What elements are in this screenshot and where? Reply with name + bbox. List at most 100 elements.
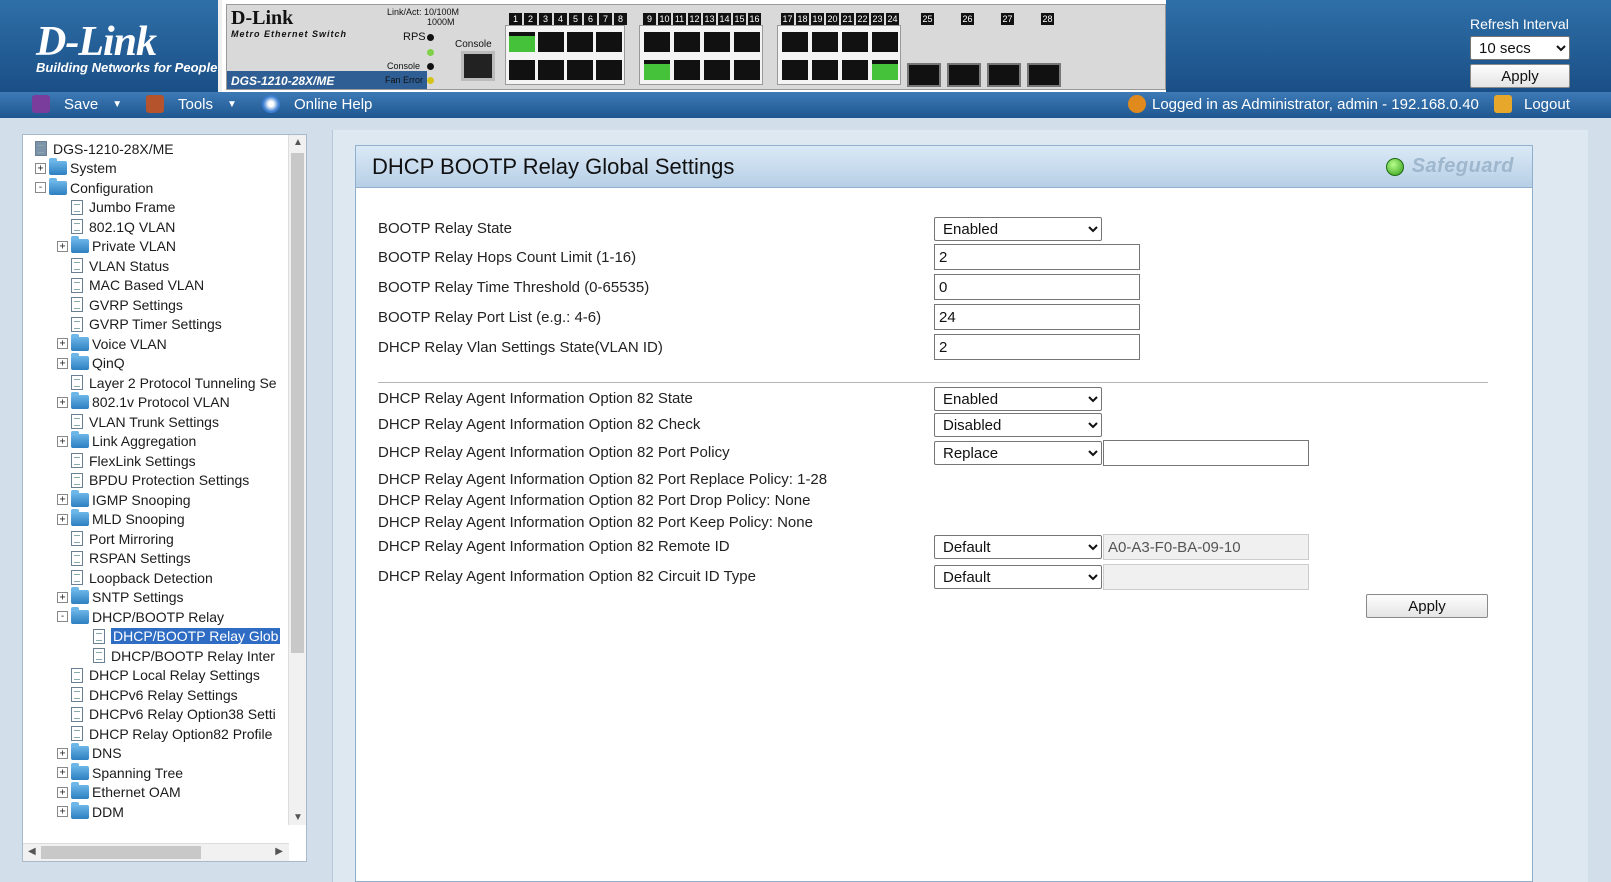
- tree-node[interactable]: DGS-1210-28X/ME: [35, 139, 174, 158]
- logout-link[interactable]: Logout: [1494, 95, 1570, 113]
- expand-icon[interactable]: +: [57, 435, 68, 447]
- device-front-panel: D-Link Metro Ethernet Switch DGS-1210-28…: [226, 4, 1166, 90]
- collapse-icon[interactable]: -: [57, 611, 68, 622]
- chevron-down-icon: ▼: [227, 98, 237, 110]
- apply-button[interactable]: Apply: [1366, 594, 1488, 618]
- circuit-id-input[interactable]: [1103, 564, 1309, 590]
- scroll-right-icon[interactable]: ▶: [275, 846, 283, 857]
- circuit-id-type-select[interactable]: Default: [934, 565, 1102, 589]
- expand-icon[interactable]: +: [57, 494, 68, 505]
- expand-icon[interactable]: +: [57, 357, 68, 369]
- tree-node[interactable]: + MLD Snooping: [57, 509, 185, 529]
- tree-node-label: Ethernet OAM: [92, 784, 181, 800]
- tree-node[interactable]: DHCP/BOOTP Relay Glob: [79, 627, 281, 646]
- expand-icon[interactable]: +: [57, 747, 68, 759]
- tree-node-label: DGS-1210-28X/ME: [53, 140, 174, 157]
- vlan-state-input[interactable]: [934, 334, 1140, 360]
- expand-icon[interactable]: +: [57, 240, 68, 252]
- scroll-down-icon[interactable]: ▼: [293, 812, 303, 823]
- tree-node-label: 802.1v Protocol VLAN: [92, 394, 230, 410]
- folder-icon: [71, 333, 89, 351]
- safeguard-status-icon: [1385, 157, 1404, 176]
- scroll-up-icon[interactable]: ▲: [293, 137, 303, 148]
- tree-node[interactable]: + DNS: [57, 743, 122, 763]
- tree-node[interactable]: RSPAN Settings: [57, 549, 191, 568]
- tree-node[interactable]: + Spanning Tree: [57, 762, 183, 782]
- safeguard-label: Safeguard: [1411, 155, 1514, 177]
- option82-state-select[interactable]: Enabled: [934, 387, 1102, 411]
- led-label-linkact: Link/Act: 10/100M: [387, 7, 460, 17]
- tree-node[interactable]: - DHCP/BOOTP Relay: [57, 606, 224, 626]
- tree-node[interactable]: + Private VLAN: [57, 236, 176, 256]
- tree-node[interactable]: + IGMP Snooping: [57, 489, 191, 509]
- tree-node[interactable]: 802.1Q VLAN: [57, 217, 175, 236]
- tree-horizontal-scrollbar[interactable]: ◀ ▶: [23, 843, 289, 861]
- expand-icon[interactable]: +: [35, 162, 46, 174]
- tree-node[interactable]: GVRP Timer Settings: [57, 315, 222, 334]
- collapse-icon[interactable]: -: [35, 182, 46, 193]
- tree-node[interactable]: BPDU Protection Settings: [57, 471, 249, 490]
- tree-node-label: DHCP Local Relay Settings: [89, 667, 260, 683]
- option82-port-policy-ports-input[interactable]: [1103, 440, 1309, 466]
- port-11: [674, 32, 700, 52]
- expand-icon[interactable]: +: [57, 591, 68, 603]
- port-number: 2: [524, 13, 537, 25]
- option82-check-select[interactable]: Disabled: [934, 413, 1102, 437]
- tree-node[interactable]: MAC Based VLAN: [57, 276, 204, 295]
- tree-node[interactable]: + System: [35, 158, 117, 178]
- expand-icon[interactable]: +: [57, 513, 68, 525]
- port-list-input[interactable]: [934, 304, 1140, 330]
- expand-icon[interactable]: +: [57, 806, 68, 817]
- tree-node-label: RSPAN Settings: [89, 550, 191, 566]
- tree-node[interactable]: + SNTP Settings: [57, 587, 184, 607]
- port-24: [872, 60, 898, 80]
- port-number: 16: [748, 13, 761, 25]
- tree-node[interactable]: + QinQ: [57, 353, 125, 373]
- remote-id-type-select[interactable]: Default: [934, 535, 1102, 559]
- tree-node[interactable]: FlexLink Settings: [57, 451, 196, 470]
- port-number: 14: [718, 13, 731, 25]
- online-help-link[interactable]: Online Help: [262, 95, 372, 113]
- tree-node[interactable]: VLAN Status: [57, 256, 169, 275]
- expand-icon[interactable]: +: [57, 786, 68, 798]
- option82-port-policy-select[interactable]: Replace: [934, 441, 1102, 465]
- port-list-label: BOOTP Relay Port List (e.g.: 4-6): [378, 309, 602, 326]
- tree-vertical-scrollbar[interactable]: ▲ ▼: [288, 135, 306, 825]
- tools-menu[interactable]: Tools ▼: [146, 95, 237, 113]
- save-menu[interactable]: Save ▼: [32, 95, 122, 113]
- tree-horizontal-scroll-thumb[interactable]: [41, 846, 201, 859]
- tree-node[interactable]: +802.1v Protocol VLAN: [57, 392, 230, 412]
- tree-node[interactable]: + Ethernet OAM: [57, 782, 181, 802]
- tree-node[interactable]: DHCP/BOOTP Relay Inter: [79, 646, 275, 665]
- port-number: 23: [871, 13, 884, 25]
- scroll-left-icon[interactable]: ◀: [28, 846, 36, 857]
- tree-node[interactable]: DHCP Relay Option82 Profile: [57, 724, 272, 743]
- tree-node[interactable]: GVRP Settings: [57, 295, 183, 314]
- tree-node[interactable]: Loopback Detection: [57, 568, 213, 587]
- page-icon: [71, 667, 83, 683]
- remote-id-input[interactable]: [1103, 534, 1309, 560]
- expand-icon[interactable]: +: [57, 767, 68, 778]
- tree-node[interactable]: + DDM: [57, 801, 124, 821]
- tree-node[interactable]: - Configuration: [35, 177, 153, 197]
- tree-vertical-scroll-thumb[interactable]: [291, 153, 304, 653]
- tree-node-label: DHCP/BOOTP Relay Inter: [111, 647, 275, 664]
- tree-node[interactable]: DHCP Local Relay Settings: [57, 666, 260, 685]
- tree-node[interactable]: + Link Aggregation: [57, 431, 196, 451]
- tree-node[interactable]: DHCPv6 Relay Option38 Setti: [57, 705, 276, 724]
- tree-node[interactable]: Jumbo Frame: [57, 198, 175, 217]
- time-threshold-input[interactable]: [934, 274, 1140, 300]
- refresh-apply-button[interactable]: Apply: [1470, 64, 1570, 88]
- page-icon: [71, 570, 83, 585]
- tree-node[interactable]: Port Mirroring: [57, 529, 174, 548]
- bootp-state-select[interactable]: Enabled: [934, 217, 1102, 241]
- hops-limit-input[interactable]: [934, 244, 1140, 270]
- tree-node[interactable]: DHCPv6 Relay Settings: [57, 685, 238, 704]
- expand-icon[interactable]: +: [57, 396, 68, 408]
- tree-node[interactable]: Layer 2 Protocol Tunneling Se: [57, 373, 277, 392]
- tree-node[interactable]: + Voice VLAN: [57, 333, 167, 353]
- expand-icon[interactable]: +: [57, 338, 68, 349]
- tree-node[interactable]: VLAN Trunk Settings: [57, 412, 219, 431]
- refresh-interval-select[interactable]: 10 secs: [1470, 36, 1570, 60]
- tree-node-label: BPDU Protection Settings: [89, 472, 250, 488]
